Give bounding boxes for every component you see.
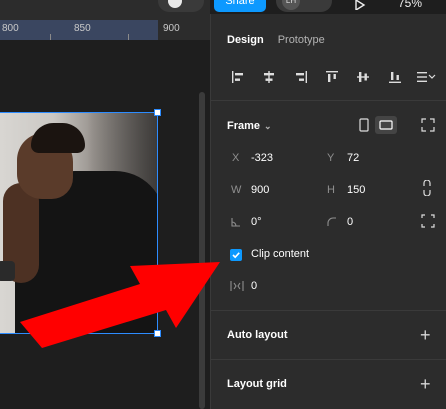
canvas[interactable]: 800 850 900 bbox=[0, 0, 210, 409]
frame-section-title[interactable]: Frame ⌄ bbox=[227, 120, 272, 132]
avatar: LH bbox=[282, 0, 300, 10]
height-input[interactable]: 150 bbox=[347, 184, 365, 196]
selected-frame-image[interactable] bbox=[0, 112, 158, 334]
resize-handle-bottom-right[interactable] bbox=[154, 330, 161, 337]
width-input[interactable]: 900 bbox=[251, 184, 269, 196]
portrait-orientation-icon[interactable] bbox=[359, 118, 369, 137]
landscape-orientation-icon[interactable] bbox=[375, 116, 397, 134]
present-play-icon[interactable] bbox=[352, 0, 366, 10]
constrain-proportions-icon[interactable] bbox=[423, 179, 431, 201]
divider bbox=[211, 100, 446, 101]
photo-watch bbox=[0, 261, 15, 281]
align-right-icon[interactable] bbox=[290, 68, 312, 86]
auto-layout-title: Auto layout bbox=[227, 329, 288, 341]
photo-shadow bbox=[87, 113, 157, 333]
rotation-icon bbox=[231, 214, 241, 232]
canvas-scrollbar[interactable] bbox=[199, 92, 205, 409]
rotation-input[interactable]: 0° bbox=[251, 216, 262, 228]
divider bbox=[211, 359, 446, 360]
ruler-mark: 850 bbox=[74, 23, 91, 34]
design-panel: Design Prototype Frame ⌄ X -323 Y 72 W 9… bbox=[210, 14, 446, 409]
divider bbox=[211, 310, 446, 311]
spacing-icon bbox=[230, 279, 244, 297]
y-label: Y bbox=[327, 152, 335, 164]
horizontal-ruler: 800 850 900 bbox=[0, 20, 210, 40]
alignment-toolbar bbox=[227, 68, 437, 86]
w-label: W bbox=[231, 184, 242, 196]
frame-label: Frame bbox=[227, 120, 261, 132]
lightbulb-icon bbox=[168, 0, 182, 8]
user-menu[interactable]: LH bbox=[276, 0, 332, 12]
ruler-tick bbox=[50, 34, 51, 40]
spacing-input[interactable]: 0 bbox=[251, 280, 257, 292]
ruler-mark: 800 bbox=[2, 23, 19, 34]
resize-handle-top-right[interactable] bbox=[154, 109, 161, 116]
photo-person-hair bbox=[31, 123, 85, 153]
plugin-pill[interactable] bbox=[158, 0, 204, 12]
align-bottom-icon[interactable] bbox=[384, 68, 406, 86]
ruler-mark: 900 bbox=[163, 23, 180, 34]
y-input[interactable]: 72 bbox=[347, 152, 359, 164]
x-label: X bbox=[232, 152, 240, 164]
zoom-level[interactable]: 75% bbox=[398, 0, 422, 10]
corner-radius-input[interactable]: 0 bbox=[347, 216, 353, 228]
add-layout-grid-plus-icon[interactable]: + bbox=[420, 375, 431, 393]
align-horizontal-center-icon[interactable] bbox=[258, 68, 280, 86]
clip-content-checkbox[interactable] bbox=[230, 249, 242, 261]
align-vertical-center-icon[interactable] bbox=[352, 68, 374, 86]
layout-grid-title: Layout grid bbox=[227, 378, 287, 390]
share-button[interactable]: Share bbox=[214, 0, 266, 12]
corner-radius-icon bbox=[327, 214, 337, 232]
align-top-icon[interactable] bbox=[321, 68, 343, 86]
distribute-icon[interactable] bbox=[415, 68, 437, 86]
x-input[interactable]: -323 bbox=[251, 152, 273, 164]
ruler-tick bbox=[128, 34, 129, 40]
independent-corners-icon[interactable] bbox=[421, 214, 435, 233]
clip-content-label[interactable]: Clip content bbox=[251, 248, 309, 260]
chevron-down-icon: ⌄ bbox=[264, 121, 272, 131]
add-auto-layout-plus-icon[interactable]: + bbox=[420, 326, 431, 344]
panel-tabs: Design Prototype bbox=[227, 34, 325, 46]
h-label: H bbox=[327, 184, 335, 196]
align-left-icon[interactable] bbox=[227, 68, 249, 86]
tab-prototype[interactable]: Prototype bbox=[278, 34, 325, 46]
resize-to-fit-icon[interactable] bbox=[421, 118, 435, 137]
tab-design[interactable]: Design bbox=[227, 34, 264, 46]
